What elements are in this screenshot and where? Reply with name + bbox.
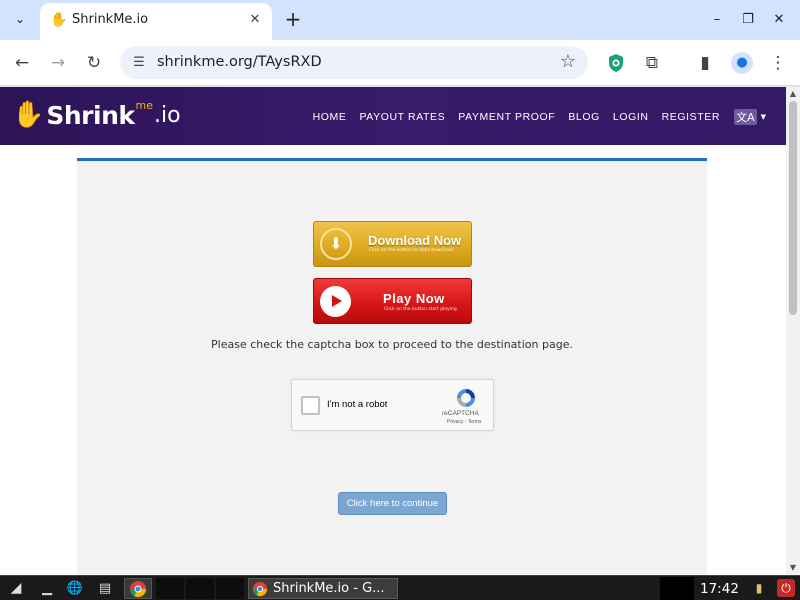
shrinkme-logo[interactable]: ✋ Shrink me .io bbox=[12, 95, 181, 135]
back-arrow-icon[interactable]: ← bbox=[10, 51, 34, 75]
task-label: ShrinkMe.io - G... bbox=[273, 581, 385, 596]
address-bar[interactable]: ☰ shrinkme.org/TAysRXD ☆ bbox=[120, 46, 588, 79]
site-info-icon[interactable]: ☰ bbox=[130, 54, 148, 72]
restore-icon[interactable]: ❐ bbox=[738, 10, 758, 30]
play-title: Play Now bbox=[383, 291, 445, 306]
recaptcha-brand: reCAPTCHA bbox=[442, 410, 479, 417]
favicon-hand-icon: ✋ bbox=[50, 12, 68, 28]
recaptcha-logo-icon bbox=[457, 389, 475, 407]
caret-down-icon[interactable]: ▼ bbox=[761, 113, 766, 121]
recaptcha-label: I'm not a robot bbox=[327, 399, 388, 410]
content-panel: ⬇ Download Now Click on the button to st… bbox=[77, 158, 707, 575]
power-icon[interactable]: ⏻ bbox=[777, 579, 795, 597]
show-desktop-icon[interactable]: ▁ bbox=[36, 578, 58, 599]
page-scrollbar[interactable]: ▲ ▼ bbox=[786, 87, 800, 575]
forward-arrow-icon[interactable]: → bbox=[46, 51, 70, 75]
shield-extension-icon[interactable] bbox=[607, 53, 625, 73]
language-icon[interactable]: 文A bbox=[734, 109, 757, 125]
tab-title: ShrinkMe.io bbox=[72, 12, 149, 27]
start-menu-icon[interactable]: ◢ bbox=[2, 578, 30, 599]
star-icon[interactable]: ☆ bbox=[560, 52, 576, 72]
tab-strip: ⌄ ✋ ShrinkMe.io ✕ + – ❐ ✕ bbox=[0, 0, 800, 40]
clock[interactable]: 17:42 bbox=[700, 579, 739, 599]
tab-close-icon[interactable]: ✕ bbox=[246, 11, 264, 29]
chrome-icon bbox=[129, 581, 147, 598]
page-viewport: ✋ Shrink me .io HOME PAYOUT RATES PAYMEN… bbox=[0, 87, 786, 575]
logo-io: .io bbox=[154, 102, 181, 128]
taskbar-chrome-task[interactable]: ShrinkMe.io - G... bbox=[248, 578, 398, 599]
scroll-up-icon[interactable]: ▲ bbox=[786, 87, 800, 101]
play-subtitle: Click on the button start playing bbox=[384, 307, 457, 312]
nav-login[interactable]: LOGIN bbox=[613, 111, 649, 123]
logo-me: me bbox=[135, 98, 153, 112]
download-title: Download Now bbox=[368, 233, 462, 248]
continue-button[interactable]: Click here to continue bbox=[338, 492, 447, 515]
kebab-menu-icon[interactable]: ⋮ bbox=[766, 51, 790, 75]
taskbar-slot[interactable] bbox=[216, 578, 244, 599]
taskbar-slot[interactable] bbox=[156, 578, 184, 599]
nav-register[interactable]: REGISTER bbox=[662, 111, 720, 123]
network-globe-icon[interactable]: 🌐 bbox=[64, 578, 86, 599]
profile-avatar[interactable]: ● bbox=[731, 52, 753, 74]
side-panel-icon[interactable]: ▮ bbox=[693, 51, 717, 75]
os-taskbar: ◢ ▁ 🌐 ▤ ShrinkMe.io - G... 17:42 ▮ ⏻ bbox=[0, 575, 800, 600]
minimize-icon[interactable]: – bbox=[707, 10, 727, 30]
chrome-launcher-icon[interactable] bbox=[124, 578, 152, 599]
url-text[interactable]: shrinkme.org/TAysRXD bbox=[157, 54, 322, 70]
nav-payment-proof[interactable]: PAYMENT PROOF bbox=[458, 111, 555, 123]
chevron-down-icon: ⌄ bbox=[14, 12, 26, 26]
site-nav: HOME PAYOUT RATES PAYMENT PROOF BLOG LOG… bbox=[300, 109, 766, 125]
download-icon: ⬇ bbox=[320, 228, 352, 260]
new-tab-button[interactable]: + bbox=[282, 8, 304, 30]
scroll-thumb[interactable] bbox=[789, 101, 797, 315]
play-icon bbox=[320, 286, 351, 317]
browser-toolbar: ← → ↻ ☰ shrinkme.org/TAysRXD ☆ ⧉ ▮ ● ⋮ bbox=[0, 40, 800, 86]
download-subtitle: Click on the button to start download bbox=[369, 248, 453, 253]
puzzle-icon[interactable]: ⧉ bbox=[640, 51, 664, 75]
play-now-button[interactable]: Play Now Click on the button start playi… bbox=[313, 278, 472, 324]
chrome-icon bbox=[252, 581, 268, 597]
tab-search-button[interactable]: ⌄ bbox=[8, 7, 32, 31]
recaptcha-checkbox[interactable] bbox=[301, 396, 320, 415]
reload-icon[interactable]: ↻ bbox=[82, 51, 106, 75]
tray-area bbox=[660, 577, 694, 600]
nav-payout-rates[interactable]: PAYOUT RATES bbox=[359, 111, 445, 123]
site-header: ✋ Shrink me .io HOME PAYOUT RATES PAYMEN… bbox=[0, 87, 786, 145]
scroll-down-icon[interactable]: ▼ bbox=[786, 561, 800, 575]
nav-home[interactable]: HOME bbox=[313, 111, 347, 123]
captcha-instructions: Please check the captcha box to proceed … bbox=[211, 338, 573, 351]
download-now-button[interactable]: ⬇ Download Now Click on the button to st… bbox=[313, 221, 472, 267]
window-close-icon[interactable]: ✕ bbox=[769, 10, 789, 30]
hand-logo-icon: ✋ bbox=[12, 100, 45, 130]
file-manager-icon[interactable]: ▤ bbox=[94, 578, 116, 599]
tab-shrinkme[interactable]: ✋ ShrinkMe.io ✕ bbox=[40, 3, 272, 40]
nav-blog[interactable]: BLOG bbox=[568, 111, 600, 123]
taskbar-slot[interactable] bbox=[186, 578, 214, 599]
battery-icon[interactable]: ▮ bbox=[750, 579, 768, 597]
recaptcha-widget: I'm not a robot reCAPTCHA Privacy - Term… bbox=[291, 379, 494, 431]
logo-shrink: Shrink bbox=[46, 100, 135, 130]
recaptcha-privacy-terms[interactable]: Privacy - Terms bbox=[447, 419, 481, 425]
